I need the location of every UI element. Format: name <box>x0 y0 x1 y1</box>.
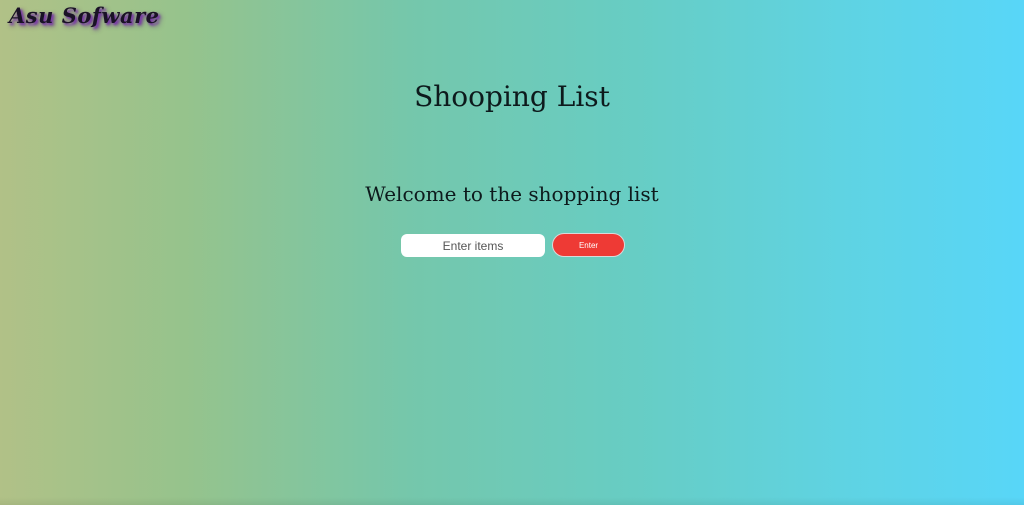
item-input[interactable] <box>401 234 545 257</box>
brand-logo: Asu Sofware <box>9 3 160 28</box>
enter-button[interactable]: Enter <box>552 233 625 257</box>
page-title: Shooping List <box>414 80 610 113</box>
welcome-heading: Welcome to the shopping list <box>365 182 659 206</box>
bottom-fade <box>0 497 1024 505</box>
